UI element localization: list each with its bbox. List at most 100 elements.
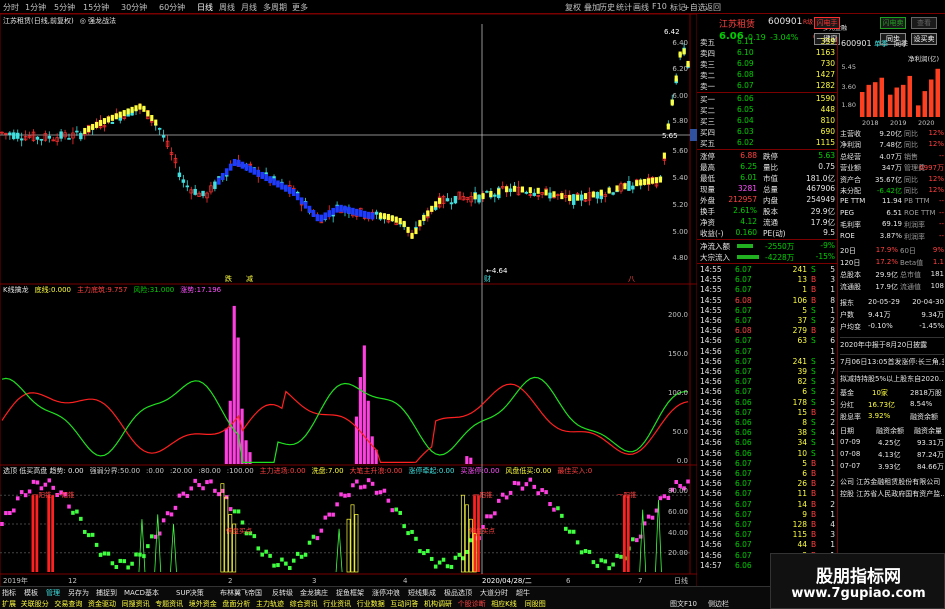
info-tab[interactable]: 互动问答 — [390, 599, 418, 609]
indicator-tab[interactable]: MACD基本 — [124, 588, 159, 598]
period-tab[interactable]: 周线 — [219, 2, 235, 13]
toolbar-item[interactable]: 统计 — [616, 2, 632, 13]
indicator-tab[interactable]: 超牛 — [516, 588, 530, 598]
ind2-bar — [295, 551, 300, 556]
indicator-tab[interactable]: SUP决策 — [176, 588, 204, 598]
indicator-tab[interactable]: 金龙擒庄 — [300, 588, 328, 598]
quick-button[interactable]: 闪电手 — [814, 17, 840, 29]
info-tab[interactable]: 同搜资讯 — [122, 599, 150, 609]
chart-area[interactable]: 6.40 6.20 6.00 5.80 5.60 5.40 5.20 5.00 4.80 6.42… — [0, 14, 697, 589]
info-tab[interactable]: 行业资讯 — [323, 599, 351, 609]
ask-row[interactable]: 卖三 6.09 730 — [697, 59, 837, 70]
trend-ribbon — [150, 114, 154, 121]
f10-toggle[interactable]: 图文F10 — [670, 599, 697, 609]
watermark-url: www.7gupiao.com — [791, 586, 926, 601]
trend-ribbon — [91, 123, 95, 130]
toolbar-item[interactable]: 画线 — [633, 2, 649, 13]
bid-row[interactable]: 买四 6.03 690 — [697, 127, 837, 138]
period-tab[interactable]: 多周期 — [263, 2, 287, 13]
indicator-tab[interactable]: 另存为 — [68, 588, 89, 598]
bid-row[interactable]: 买一 6.06 1590 — [697, 94, 837, 105]
news-item[interactable]: 7月06日13:05首发涨停:长三角,多元… — [840, 354, 944, 366]
trend-ribbon — [422, 214, 426, 221]
ind2-bar — [118, 558, 123, 563]
toolbar-item[interactable]: 复权 — [565, 2, 581, 13]
ask-row[interactable]: 卖五 6.11 339 — [697, 37, 837, 48]
price-tick: 5.40 — [672, 174, 688, 182]
indicator-tab[interactable]: 管理 — [46, 588, 60, 598]
stat-value: 6.25 — [740, 162, 757, 171]
quick-button[interactable]: 查看 — [911, 17, 937, 29]
indicator-tab[interactable]: 捉鱼框架 — [336, 588, 364, 598]
bid-row[interactable]: 买五 6.02 1115 — [697, 138, 837, 149]
ind2-bar — [611, 562, 615, 567]
ind2-bar — [114, 565, 119, 570]
info-tab[interactable]: 境外资金 — [189, 599, 217, 609]
info-tab[interactable]: 机构调研 — [424, 599, 452, 609]
stat-label: 量比 — [763, 163, 778, 172]
profit-bar — [922, 91, 927, 117]
indicator-tab[interactable]: 大道分时 — [480, 588, 508, 598]
info-tab[interactable]: 专题资讯 — [155, 599, 183, 609]
trend-ribbon — [568, 194, 572, 201]
toolbar-item[interactable]: F10 — [652, 2, 667, 11]
trend-ribbon — [662, 152, 666, 159]
period-tab[interactable]: 60分钟 — [159, 2, 185, 13]
indicator-tab[interactable]: 涨停冲浪 — [372, 588, 400, 598]
period-tab[interactable]: 15分钟 — [83, 2, 109, 13]
ask-row[interactable]: 卖一 6.07 1282 — [697, 81, 837, 92]
margin-summary-cell: 2818万股 — [910, 389, 942, 397]
period-tab[interactable]: 30分钟 — [121, 2, 147, 13]
toolbar-item[interactable]: +自选 — [683, 2, 706, 13]
info-tab[interactable]: 主力轨迹 — [256, 599, 284, 609]
info-tab[interactable]: 扩展 — [2, 599, 16, 609]
period-tab[interactable]: 5分钟 — [54, 2, 75, 13]
indicator-tab[interactable]: 捕捉到 — [96, 588, 117, 598]
news-item[interactable]: 拟减持持股5%以上股东自2020… — [840, 371, 944, 383]
toolbar-item[interactable]: 返回 — [705, 2, 721, 13]
indicator-tab[interactable]: 反转级 — [272, 588, 293, 598]
quick-button[interactable]: 闪电卖 — [880, 17, 906, 29]
ind1-bar — [465, 456, 469, 464]
high-label: 6.42 — [664, 28, 680, 36]
info-tab[interactable]: 综合资讯 — [290, 599, 318, 609]
tick-row: 14:56 6.07 15 B 2 — [697, 408, 837, 418]
tick-time: 14:56 — [700, 346, 722, 356]
ind2-yellow-bar — [346, 518, 351, 573]
sidebar-toggle[interactable]: 侧边栏 — [708, 599, 729, 609]
ask-row[interactable]: 卖二 6.08 1427 — [697, 70, 837, 81]
indicator-tab[interactable]: 极品选顶 — [444, 588, 472, 598]
bid-row[interactable]: 买二 6.05 448 — [697, 105, 837, 116]
ask-row[interactable]: 卖四 6.10 1163 — [697, 48, 837, 59]
f10-tab-same[interactable]: 同季 — [894, 39, 908, 49]
info-tab[interactable]: 交易查询 — [54, 599, 82, 609]
indicator-value: 主力进场:0.00 — [260, 467, 306, 475]
toolbar-item[interactable]: 历史 — [599, 2, 615, 13]
indicator-tab[interactable]: 布林翼飞帝国 — [220, 588, 262, 598]
f10-tab-quarter[interactable]: 单季 — [874, 39, 888, 49]
news-item[interactable]: 2020年中报于8月20日披露 — [840, 337, 944, 349]
info-tab[interactable]: 同股图 — [525, 599, 546, 609]
info-tab[interactable]: 盘面分析 — [222, 599, 250, 609]
info-tab[interactable]: 相应K线 — [491, 599, 517, 609]
period-tab[interactable]: 分时 — [3, 2, 19, 13]
period-tab[interactable]: 月线 — [241, 2, 257, 13]
trend-ribbon — [106, 116, 111, 123]
indicator-tab[interactable]: 模板 — [24, 588, 38, 598]
info-tab[interactable]: 关联股分 — [21, 599, 49, 609]
tick-volume: 13 — [797, 275, 807, 285]
period-tab[interactable]: 日线 — [197, 2, 213, 13]
info-tab[interactable]: 资金驱动 — [88, 599, 116, 609]
indicator-tab[interactable]: 指标 — [2, 588, 16, 598]
toolbar-item[interactable]: 叠加 — [584, 2, 600, 13]
period-tab[interactable]: 更多 — [292, 2, 308, 13]
indicator-tab[interactable]: 短线集成 — [408, 588, 436, 598]
profit-bar — [907, 75, 912, 117]
tick-time: 14:56 — [700, 438, 722, 448]
ind1-bar — [232, 305, 236, 464]
info-tab[interactable]: 个股诊断 — [458, 599, 486, 609]
info-tab[interactable]: 行业数据 — [357, 599, 385, 609]
bid-row[interactable]: 买三 6.04 810 — [697, 116, 837, 127]
period-tab[interactable]: 1分钟 — [25, 2, 46, 13]
ind2-bar — [358, 485, 363, 490]
